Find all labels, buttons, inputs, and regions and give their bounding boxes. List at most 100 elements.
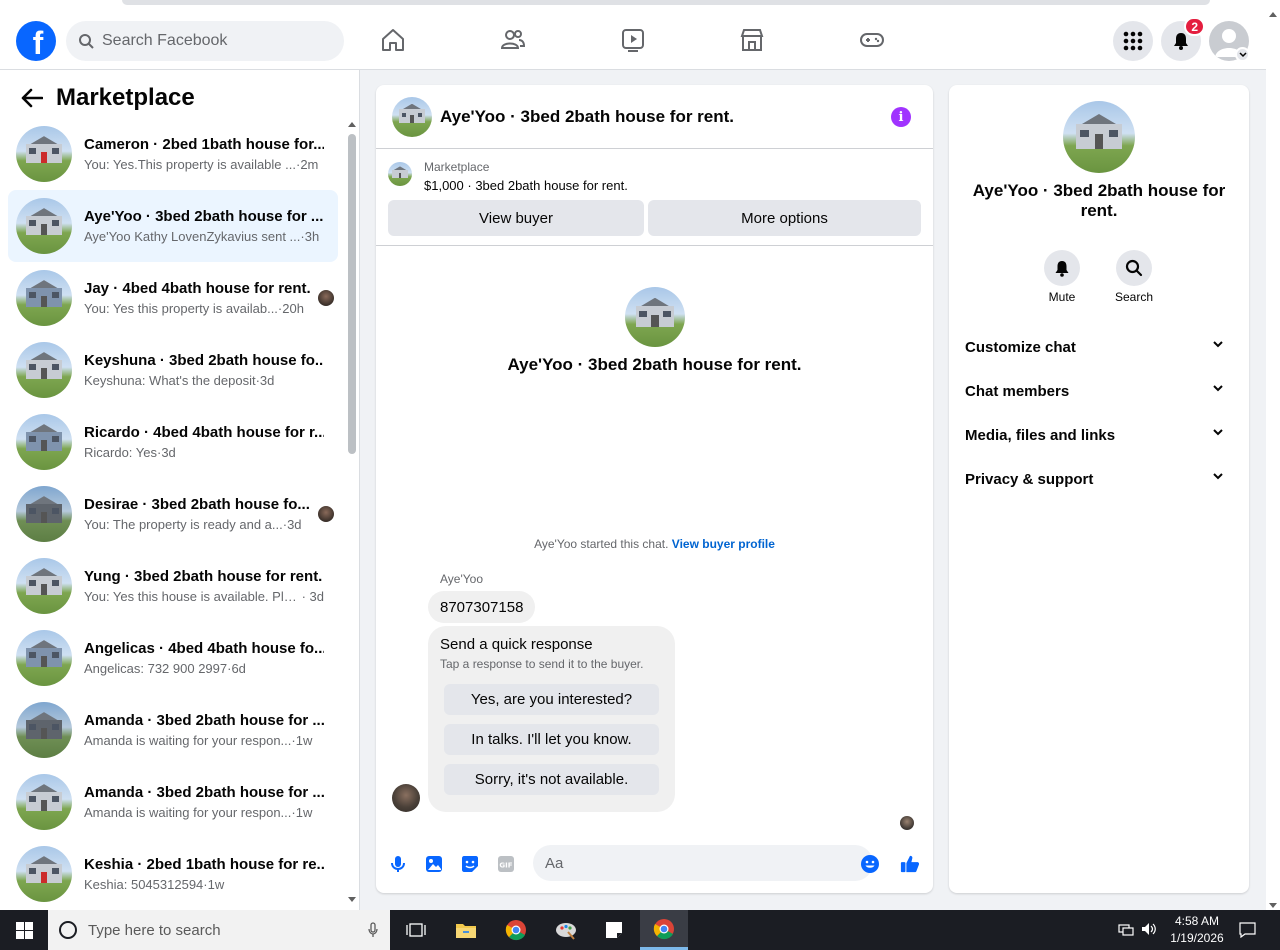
taskbar-search[interactable]: Type here to search [48, 910, 390, 950]
section-label: Media, files and links [965, 426, 1116, 444]
conversation-time: ·1w [203, 877, 225, 892]
task-view-icon[interactable] [392, 910, 440, 950]
chat-avatar[interactable] [392, 96, 432, 137]
conversation-item[interactable]: Keyshuna · 3bed 2bath house fo... Keyshun… [8, 334, 338, 406]
quick-response-option[interactable]: Yes, are you interested? [444, 684, 659, 715]
conversation-text: Cameron · 2bed 1bath house for... You: Ye… [84, 136, 324, 172]
mute-button[interactable]: Mute [1032, 250, 1092, 304]
conversation-text: Amanda · 3bed 2bath house for ... Amanda … [84, 784, 324, 820]
section-label: Customize chat [965, 338, 1076, 356]
conversation-name: Ricardo · 4bed 4bath house for r... [84, 424, 324, 441]
browser-tabbar [122, 0, 1210, 5]
chevron-down-icon [1213, 473, 1223, 480]
grid-icon [1123, 31, 1143, 51]
mute-label: Mute [1048, 290, 1076, 304]
microphone-icon[interactable] [388, 854, 408, 874]
emoji-icon[interactable] [860, 854, 880, 874]
page-scrollbar[interactable] [1266, 10, 1280, 910]
marketplace-icon[interactable] [737, 25, 767, 55]
gif-icon[interactable]: GIF [496, 854, 516, 874]
section-label: Chat members [965, 382, 1070, 400]
sender-avatar[interactable] [392, 784, 420, 812]
conversation-item[interactable]: Cameron · 2bed 1bath house for... You: Ye… [8, 118, 338, 190]
quick-response-option[interactable]: Sorry, it's not available. [444, 764, 659, 795]
conversation-item[interactable]: Keshia · 2bed 1bath house for re... Keshi… [8, 838, 338, 910]
conversation-preview: You: The property is ready and a... ·3d [84, 517, 324, 532]
system-clock[interactable]: 4:58 AM 1/19/2026 [1162, 913, 1232, 947]
top-navigation: f 2 [0, 10, 1266, 70]
like-icon[interactable] [900, 854, 920, 874]
conversation-text: Yung · 3bed 2bath house for rent. You: Ye… [84, 568, 324, 604]
search-input[interactable] [102, 32, 322, 50]
message-bubble[interactable]: 8707307158 [428, 591, 536, 623]
network-icon[interactable] [1118, 922, 1134, 941]
conversation-text: Desirae · 3bed 2bath house fo... You: The… [84, 496, 324, 532]
video-icon[interactable] [618, 25, 648, 55]
conversation-avatar [16, 126, 72, 182]
details-avatar[interactable] [1063, 101, 1135, 173]
conversation-item[interactable]: Angelicas · 4bed 4bath house fo... Angeli… [8, 622, 338, 694]
media-files-links-section[interactable]: Media, files and links [957, 413, 1241, 457]
quick-response-card: Send a quick response Tap a response to … [428, 626, 675, 812]
conversation-name: Amanda · 3bed 2bath house for ... [84, 784, 324, 801]
friends-icon[interactable] [498, 25, 528, 55]
search-button[interactable]: Search [1104, 250, 1164, 304]
paint-icon[interactable] [542, 910, 590, 950]
sender-name: Aye'Yoo [440, 572, 484, 586]
seen-avatar [318, 506, 334, 522]
sidebar-scrollbar[interactable] [346, 122, 358, 902]
conversation-item[interactable]: Desirae · 3bed 2bath house fo... You: The… [8, 478, 338, 550]
conversation-preview: You: Yes this house is available. Ple...… [84, 589, 324, 604]
conversation-time: ·1w [291, 733, 313, 748]
chrome-active-icon[interactable] [640, 910, 688, 950]
info-icon[interactable]: i [891, 107, 911, 127]
conversation-item[interactable]: Aye'Yoo · 3bed 2bath house for ... Aye'Yo… [8, 190, 338, 262]
conversation-item[interactable]: Jay · 4bed 4bath house for rent. You: Yes… [8, 262, 338, 334]
conversation-preview: Keyshuna: What's the deposit ·3d [84, 373, 324, 388]
conversation-text: Keyshuna · 3bed 2bath house fo... Keyshun… [84, 352, 324, 388]
conversation-text: Ricardo · 4bed 4bath house for r... Ricar… [84, 424, 324, 460]
listing-price[interactable]: $1,000 · 3bed 2bath house for rent. [424, 178, 628, 193]
microphone-icon[interactable] [368, 922, 378, 938]
chrome-icon[interactable] [492, 910, 540, 950]
action-center-icon[interactable] [1239, 922, 1256, 943]
chevron-down-icon[interactable] [1235, 47, 1250, 62]
volume-icon[interactable] [1141, 922, 1157, 941]
conversation-avatar [16, 702, 72, 758]
windows-start-icon[interactable] [0, 910, 48, 950]
conversation-item[interactable]: Ricardo · 4bed 4bath house for r... Ricar… [8, 406, 338, 478]
privacy-support-section[interactable]: Privacy & support [957, 457, 1241, 501]
view-buyer-button[interactable]: View buyer [388, 200, 644, 236]
conversation-last-message: Ricardo: Yes [84, 445, 157, 460]
conversation-item[interactable]: Yung · 3bed 2bath house for rent. You: Ye… [8, 550, 338, 622]
listing-thumbnail[interactable] [388, 162, 412, 186]
conversation-item[interactable]: Amanda · 3bed 2bath house for ... Amanda … [8, 766, 338, 838]
chat-title[interactable]: Aye'Yoo · 3bed 2bath house for rent. [440, 107, 734, 127]
bell-icon [1174, 33, 1188, 50]
chat-members-section[interactable]: Chat members [957, 369, 1241, 413]
view-buyer-profile-link[interactable]: View buyer profile [672, 537, 775, 551]
gaming-icon[interactable] [857, 25, 887, 55]
conversation-item[interactable]: Amanda · 3bed 2bath house for ... Amanda … [8, 694, 338, 766]
svg-text:GIF: GIF [499, 862, 512, 870]
message-input[interactable] [545, 854, 825, 872]
sticker-icon[interactable] [460, 854, 480, 874]
photo-icon[interactable] [424, 854, 444, 874]
quick-response-option[interactable]: In talks. I'll let you know. [444, 724, 659, 755]
more-options-button[interactable]: More options [648, 200, 921, 236]
notifications-button[interactable]: 2 [1161, 17, 1205, 61]
home-icon[interactable] [378, 25, 408, 55]
conversation-name: Desirae · 3bed 2bath house fo... [84, 496, 310, 513]
menu-button[interactable] [1113, 21, 1153, 61]
conversation-last-message: You: Yes this property is availab... [84, 301, 278, 316]
conversation-last-message: You: The property is ready and a... [84, 517, 283, 532]
browser-strip [0, 0, 1280, 10]
sticky-notes-icon[interactable] [590, 910, 638, 950]
customize-chat-section[interactable]: Customize chat [957, 325, 1241, 369]
back-arrow-icon[interactable] [16, 82, 48, 114]
conversation-time: ·1w [291, 805, 313, 820]
file-explorer-icon[interactable] [442, 910, 490, 950]
search-bar[interactable] [66, 21, 344, 61]
conversation-name: Aye'Yoo · 3bed 2bath house for ... [84, 208, 324, 225]
facebook-logo[interactable]: f [16, 21, 56, 61]
